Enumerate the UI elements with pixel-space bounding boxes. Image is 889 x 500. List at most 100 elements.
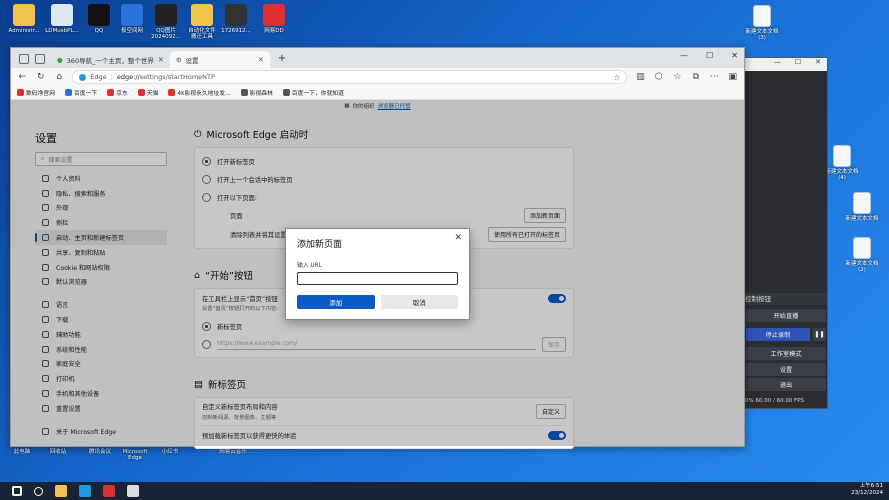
close-tab-icon[interactable]: ✕ xyxy=(258,56,264,64)
desktop-icon-label: 新建文本文档 xyxy=(845,216,879,222)
obs-control-button[interactable]: 退出 xyxy=(746,378,826,391)
app-icon xyxy=(121,4,143,26)
desktop-icon-label[interactable]: 此电脑 xyxy=(2,449,42,455)
obs-control-button[interactable]: 停止录制 xyxy=(746,328,810,341)
gear-icon: ⚙ xyxy=(175,55,182,64)
app-icon xyxy=(191,4,213,26)
favicon-icon xyxy=(17,89,24,96)
address-bar-row: ← ↻ ⌂ Edge | edge://settings/startHomeNT… xyxy=(11,68,744,86)
desktop-icon-label[interactable]: 网易云音乐 xyxy=(213,449,253,455)
url-host: edge:// xyxy=(116,73,140,81)
workspaces-icon[interactable] xyxy=(19,54,29,64)
favorite-item[interactable]: 百度一下，你就知道 xyxy=(282,88,344,97)
site-icon: ● xyxy=(57,55,63,64)
collections-icon[interactable]: ⧉ xyxy=(691,72,701,82)
close-button[interactable]: ✕ xyxy=(731,51,738,60)
favicon-icon xyxy=(137,89,145,96)
obs-controls-title: 控制按钮 xyxy=(743,293,827,305)
maximize-button[interactable]: ☐ xyxy=(706,51,713,60)
wps-icon[interactable] xyxy=(103,485,115,497)
sidebar-toggle-icon[interactable]: ▣ xyxy=(728,72,738,82)
favorite-item[interactable]: 4k影视永久地址发... xyxy=(168,88,231,97)
favicon-icon xyxy=(168,89,176,96)
app-icon xyxy=(13,4,35,26)
extensions-icon[interactable]: ⬡ xyxy=(654,72,664,82)
start-icon[interactable] xyxy=(12,486,22,496)
clock-date: 23/12/2024 xyxy=(851,490,883,497)
desktop-icon-label[interactable]: 小红书 xyxy=(150,449,190,455)
close-icon[interactable]: ✕ xyxy=(815,58,821,71)
desktop-file-icon[interactable]: 新建文本文档 xyxy=(840,192,884,222)
back-icon[interactable]: ← xyxy=(17,72,27,82)
pause-icon[interactable]: ❚❚ xyxy=(813,328,826,341)
split-screen-icon[interactable]: ▥ xyxy=(635,72,645,82)
desktop-file-icon[interactable]: 新建文本文档 (2) xyxy=(840,237,884,274)
app-icon xyxy=(225,4,247,26)
minimize-button[interactable]: — xyxy=(680,51,688,60)
favicon-icon xyxy=(240,89,248,96)
obs-window: — ☐ ✕ 控制按钮 开始直播停止录制工作室模式设置退出 ❚❚ 0% 60.00… xyxy=(742,57,828,409)
add-page-dialog: ✕ 添加新页面 输入 URL 添加 取消 xyxy=(285,228,470,320)
text-file-icon xyxy=(753,5,771,27)
obs-icon[interactable] xyxy=(127,485,139,497)
edge-icon xyxy=(79,73,87,81)
obs-fps: 0% 60.00 / 60.00 FPS xyxy=(745,398,805,404)
favorite-item[interactable]: 影视森林 xyxy=(240,88,273,97)
address-input[interactable]: Edge | edge://settings/startHomeNTP ☆ xyxy=(72,70,628,84)
favorite-item[interactable]: 京东 xyxy=(107,88,128,97)
desktop-icon-label[interactable]: Microsoft Edge xyxy=(115,449,155,462)
tab-0[interactable]: ● 360导航_一个主页，整个世界 ✕ xyxy=(51,51,170,68)
add-button[interactable]: 添加 xyxy=(297,295,375,309)
desktop-file-icon[interactable]: 新建文本文档 (3) xyxy=(740,5,784,42)
favorite-star-icon[interactable]: ☆ xyxy=(613,73,620,82)
url-prefix: Edge xyxy=(90,73,107,81)
app-icon xyxy=(263,4,285,26)
tab-actions-icon[interactable] xyxy=(35,54,45,64)
favorite-item[interactable]: 数码净官网 xyxy=(17,88,55,97)
obs-control-button[interactable]: 开始直播 xyxy=(746,309,826,322)
favicon-icon xyxy=(107,89,115,96)
app-icon xyxy=(51,4,73,26)
desktop-icon[interactable]: 网易DD xyxy=(252,4,296,34)
maximize-icon[interactable]: ☐ xyxy=(795,58,801,71)
search-icon[interactable] xyxy=(34,486,43,496)
favorites-bar: 数码净官网 百度一下 京东 天猫 4k影视永久地址发... 影视森林 百度一下，你就知道 xyxy=(11,86,744,100)
clock-time: 上午6:51 xyxy=(859,483,883,489)
new-tab-button[interactable]: + xyxy=(278,53,286,64)
favicon-icon xyxy=(65,89,72,96)
favicon-icon xyxy=(282,89,290,96)
tab-bar: ● 360导航_一个主页，整个世界 ✕ ⚙ 设置 ✕ + — ☐ ✕ xyxy=(11,48,744,68)
refresh-icon[interactable]: ↻ xyxy=(35,72,45,82)
desktop-icon-label: 新建文本文档 (3) xyxy=(745,29,779,42)
text-file-icon xyxy=(833,145,851,167)
edge-icon[interactable] xyxy=(79,485,91,497)
url-input[interactable] xyxy=(297,272,458,285)
desktop-icon-label[interactable]: 腾讯会议 xyxy=(80,449,120,455)
close-tab-icon[interactable]: ✕ xyxy=(158,56,164,64)
desktop-icon-label: 网易DD xyxy=(264,28,284,34)
obs-control-button[interactable]: 工作室模式 xyxy=(746,347,826,360)
app-icon xyxy=(155,4,177,26)
file-explorer-icon[interactable] xyxy=(55,485,67,497)
taskbar: 上午6:51 23/12/2024 xyxy=(0,482,889,500)
favorites-icon[interactable]: ☆ xyxy=(672,72,682,82)
url-label: 输入 URL xyxy=(297,263,322,269)
cancel-button[interactable]: 取消 xyxy=(380,295,458,309)
dialog-title: 添加新页面 xyxy=(297,240,343,250)
favorite-item[interactable]: 百度一下 xyxy=(65,88,97,97)
app-icon xyxy=(88,4,110,26)
obs-titlebar: — ☐ ✕ xyxy=(743,58,827,71)
home-icon[interactable]: ⌂ xyxy=(54,72,64,82)
favorite-item[interactable]: 天猫 xyxy=(137,88,158,97)
text-file-icon xyxy=(853,192,871,214)
system-clock[interactable]: 上午6:51 23/12/2024 xyxy=(851,483,883,497)
tab-1[interactable]: ⚙ 设置 ✕ xyxy=(169,51,270,68)
text-file-icon xyxy=(853,237,871,259)
minimize-icon[interactable]: — xyxy=(774,58,781,71)
desktop-icon-label: 新建文本文档 (2) xyxy=(845,261,879,274)
more-icon[interactable]: ⋯ xyxy=(709,72,719,82)
desktop-icon-label[interactable]: 回收站 xyxy=(38,449,78,455)
obs-control-button[interactable]: 设置 xyxy=(746,363,826,376)
close-icon[interactable]: ✕ xyxy=(454,233,462,243)
url-path: settings/startHomeNTP xyxy=(139,73,215,81)
